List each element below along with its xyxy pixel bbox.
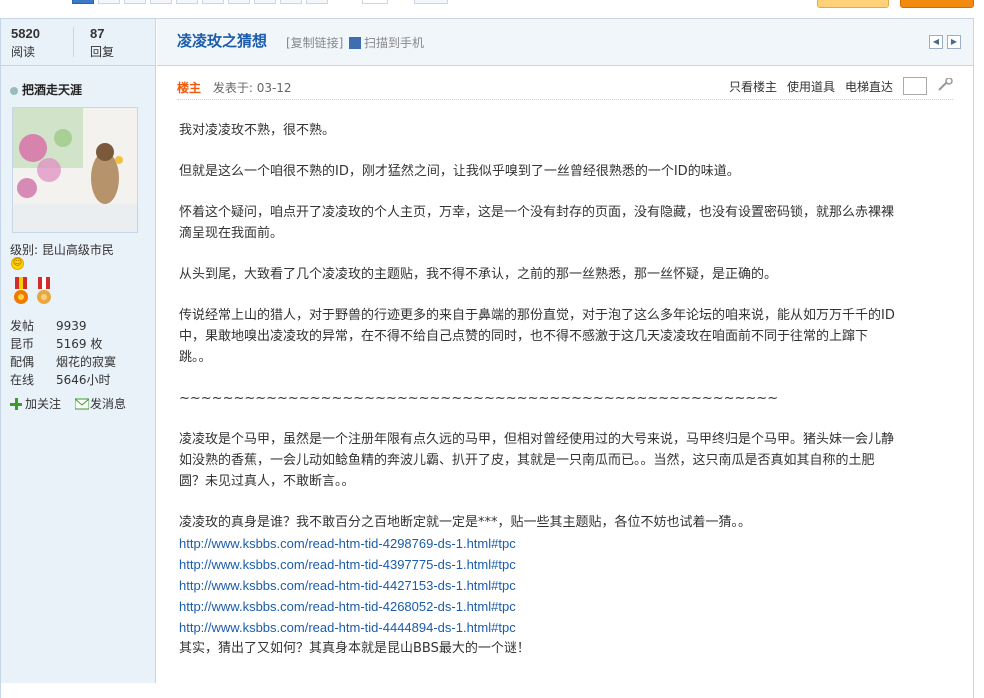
wrench-icon[interactable] — [937, 76, 953, 95]
username-text: 把酒走天涯 — [22, 83, 83, 97]
page-button[interactable] — [254, 0, 276, 4]
text-line: 跳。。 — [179, 350, 212, 365]
send-message-button[interactable]: 发消息 — [74, 395, 127, 412]
follow-label: 加关注 — [25, 397, 62, 411]
post-main: 凌凌玫之猜想 [复制链接] 扫描到手机 ◀ ▶ 楼主 发表于: 03-12 只看… — [157, 19, 973, 683]
user-online-row: 在线 5646小时 — [10, 371, 116, 389]
page-jump-input[interactable] — [362, 0, 388, 4]
new-post-button[interactable] — [900, 0, 974, 8]
info-value: 9939 — [56, 319, 87, 333]
replies-label: 回复 — [90, 45, 115, 59]
page-button[interactable] — [306, 0, 328, 4]
views-label: 阅读 — [11, 45, 36, 59]
page-button[interactable] — [150, 0, 172, 4]
medal-icon — [34, 277, 54, 307]
page-button[interactable] — [98, 0, 120, 4]
next-thread-icon[interactable]: ▶ — [947, 35, 961, 49]
avatar[interactable] — [12, 107, 138, 233]
info-key: 在线 — [10, 373, 35, 387]
thread-link[interactable]: http://www.ksbbs.com/read-htm-tid-426805… — [179, 596, 955, 617]
user-sidebar: 5820 阅读 87 回复 把酒走天涯 级别: 昆山高级市民 ☺ 发帖 9939… — [1, 19, 156, 683]
page-button-current[interactable] — [72, 0, 94, 4]
info-key: 配偶 — [10, 355, 35, 369]
follow-button[interactable]: 加关注 — [10, 395, 61, 412]
paragraph: 凌凌玫是个马甲，虽然是一个注册年限有点久远的马甲，但相对曾经使用过的大号来说，马… — [179, 429, 955, 492]
message-label: 发消息 — [90, 397, 127, 411]
post-container: 5820 阅读 87 回复 把酒走天涯 级别: 昆山高级市民 ☺ 发帖 9939… — [0, 18, 974, 698]
post-date: 发表于: 03-12 — [212, 81, 292, 95]
text-line: 圆？未见过真人，不敢断言。。 — [179, 474, 355, 489]
scan-to-mobile-button[interactable]: 扫描到手机 — [349, 34, 424, 51]
post-tools: 只看楼主 使用道具 电梯直达 — [729, 76, 953, 95]
plus-icon — [10, 398, 22, 410]
views-count: 5820 — [11, 26, 40, 41]
page-button[interactable] — [124, 0, 146, 4]
stat-divider — [73, 27, 74, 57]
only-author-link[interactable]: 只看楼主 — [729, 78, 777, 95]
paragraph: 传说经常上山的猎人，对于野兽的行迹更多的来自于鼻端的那份直觉，对于泡了这么多年论… — [179, 305, 955, 368]
user-info-list: 发帖 9939 昆币 5169 枚 配偶 烟花的寂寞 在线 5646小时 — [10, 317, 116, 389]
paragraph: 从头到尾，大致看了几个凌凌玫的主题贴，我不得不承认，之前的那一丝熟悉，那一丝怀疑… — [179, 267, 778, 282]
page-button[interactable] — [176, 0, 198, 4]
page-button[interactable] — [228, 0, 250, 4]
spouse-link[interactable]: 烟花的寂寞 — [56, 353, 116, 371]
thread-title: 凌凌玫之猜想 — [177, 32, 268, 50]
user-coins-row: 昆币 5169 枚 — [10, 335, 116, 353]
text-line: 凌凌玫的真身是谁？我不敢百分之百地断定就一定是***，贴一些其主题贴，各位不妨也… — [179, 515, 752, 530]
envelope-icon — [74, 398, 90, 410]
paragraph: 怀着这个疑问，咱点开了凌凌玫的个人主页，万幸，这是一个没有封存的页面，没有隐藏，… — [179, 202, 955, 244]
post-content: 我对凌凌玫不熟，很不熟。 但就是这么一个咱很不熟的ID，刚才猛然之间，让我似乎嗅… — [179, 120, 955, 659]
text-line: 滴呈现在我面前。 — [179, 226, 284, 241]
thread-stats: 5820 阅读 87 回复 — [1, 19, 155, 66]
user-actions: 加关注 发消息 — [10, 395, 126, 412]
text-line: 如没熟的香蕉，一会儿动如鲶鱼精的奔波儿霸、扒开了皮，其就是一只南瓜而已。。当然，… — [179, 453, 875, 468]
paragraph: 但就是这么一个咱很不熟的ID，刚才猛然之间，让我似乎嗅到了一丝曾经很熟悉的一个I… — [179, 164, 740, 179]
medal-icon — [11, 277, 31, 307]
text-line: 传说经常上山的猎人，对于野兽的行迹更多的来自于鼻端的那份直觉，对于泡了这么多年论… — [179, 308, 895, 323]
tilde-divider: ~~~~~~~~~~~~~~~~~~~~~~~~~~~~~~~~~~~~~~~~… — [179, 391, 779, 406]
use-tool-link[interactable]: 使用道具 — [787, 78, 835, 95]
paragraph-with-links: 凌凌玫的真身是谁？我不敢百分之百地断定就一定是***，贴一些其主题贴，各位不妨也… — [179, 512, 955, 659]
prev-thread-icon[interactable]: ◀ — [929, 35, 943, 49]
floor-jump-input[interactable] — [903, 77, 927, 95]
thread-title-bar: 凌凌玫之猜想 [复制链接] 扫描到手机 ◀ ▶ — [157, 19, 973, 66]
smiley-face-icon: ☺ — [11, 257, 24, 270]
thread-link[interactable]: http://www.ksbbs.com/read-htm-tid-429876… — [179, 533, 955, 554]
paragraph: 我对凌凌玫不熟，很不熟。 — [179, 123, 336, 138]
info-key: 昆币 — [10, 337, 35, 351]
online-status-icon — [10, 86, 18, 95]
thread-link[interactable]: http://www.ksbbs.com/read-htm-tid-439777… — [179, 554, 955, 575]
text-line: 凌凌玫是个马甲，虽然是一个注册年限有点久远的马甲，但相对曾经使用过的大号来说，马… — [179, 432, 895, 447]
floor-label: 楼主 — [177, 81, 202, 95]
floor-jump-label: 电梯直达 — [844, 79, 893, 94]
top-pagination-strip — [0, 0, 984, 10]
text-line: 中，果敢地嗅出凌凌玫的异常，在不得不给自己点赞的同时，也不得不感激于这几天凌凌玫… — [179, 329, 869, 344]
scan-label: 扫描到手机 — [364, 36, 425, 50]
views-stat: 5820 阅读 — [11, 26, 40, 60]
user-posts-row: 发帖 9939 — [10, 317, 116, 335]
username-link[interactable]: 把酒走天涯 — [10, 81, 82, 98]
info-value: 5169 枚 — [56, 337, 103, 351]
qr-code-icon — [349, 37, 361, 49]
page-button[interactable] — [202, 0, 224, 4]
replies-stat: 87 回复 — [90, 26, 114, 60]
thread-link[interactable]: http://www.ksbbs.com/read-htm-tid-442715… — [179, 575, 955, 596]
info-value: 5646小时 — [56, 373, 111, 387]
user-spouse-row: 配偶 烟花的寂寞 — [10, 353, 116, 371]
replies-count: 87 — [90, 26, 105, 41]
text-line: 怀着这个疑问，咱点开了凌凌玫的个人主页，万幸，这是一个没有封存的页面，没有隐藏，… — [179, 205, 895, 220]
post-header: 楼主 发表于: 03-12 只看楼主 使用道具 电梯直达 — [177, 76, 953, 100]
reply-button[interactable] — [817, 0, 889, 8]
copy-link-button[interactable]: [复制链接] — [286, 34, 343, 51]
avatar-image — [13, 108, 137, 232]
user-level: 级别: 昆山高级市民 — [10, 243, 114, 257]
thread-link[interactable]: http://www.ksbbs.com/read-htm-tid-444489… — [179, 617, 955, 638]
page-button[interactable] — [280, 0, 302, 4]
info-key: 发帖 — [10, 319, 35, 333]
text-line: 其实，猜出了又如何？其真身本就是昆山BBS最大的一个谜！ — [179, 641, 530, 656]
page-go-button[interactable] — [414, 0, 448, 4]
